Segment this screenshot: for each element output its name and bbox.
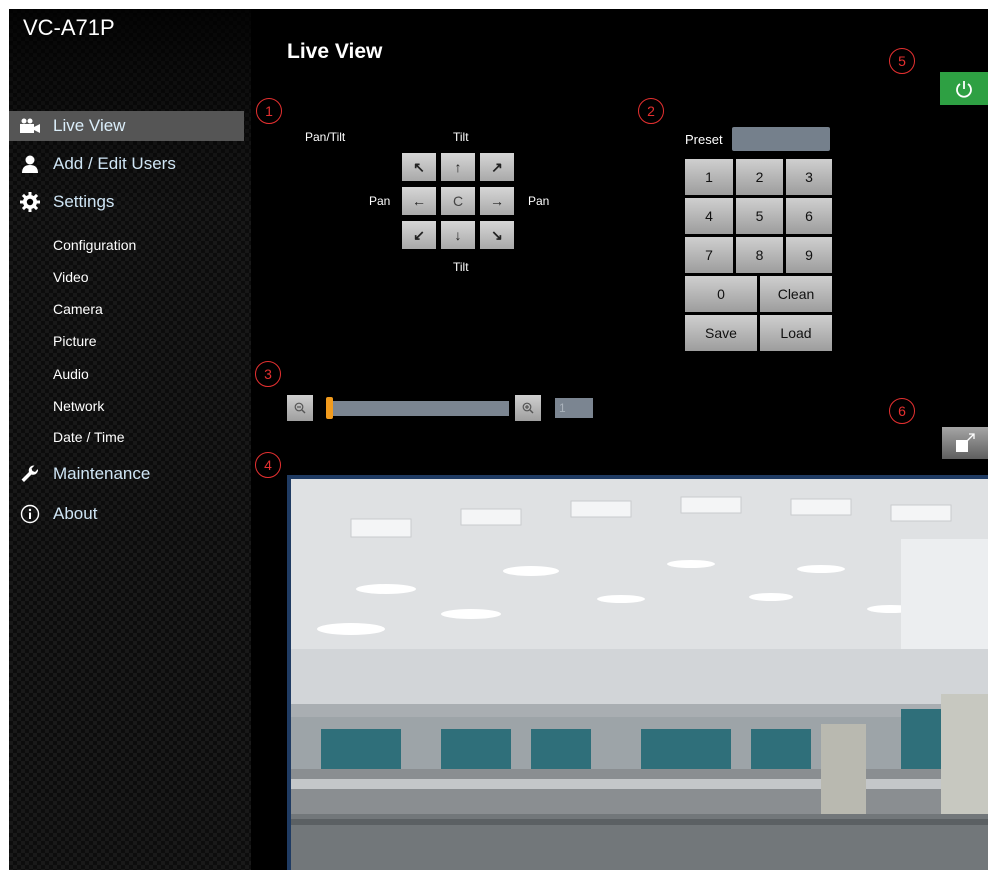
sidebar-item-label: About	[53, 504, 98, 523]
callout-5: 5	[889, 48, 915, 74]
preset-key-3[interactable]: 3	[786, 159, 832, 195]
ptz-down-right-button[interactable]: ↘	[480, 221, 514, 249]
app-window: VC-A71P Live View Add / Edit Users Setti…	[9, 9, 988, 870]
sidebar-subitem-video[interactable]: Video	[53, 269, 89, 285]
zoom-value: 1	[555, 398, 593, 418]
zoom-in-button[interactable]	[515, 395, 541, 421]
zoom-out-button[interactable]	[287, 395, 313, 421]
live-video-feed[interactable]	[287, 475, 988, 870]
preset-key-9[interactable]: 9	[786, 237, 832, 273]
tilt-bottom-label: Tilt	[453, 260, 469, 274]
ptz-up-right-button[interactable]: ↗	[480, 153, 514, 181]
video-camera-icon	[17, 115, 43, 137]
ptz-right-button[interactable]: →	[480, 187, 514, 215]
preset-key-5[interactable]: 5	[736, 198, 783, 234]
wrench-icon	[17, 463, 43, 485]
camera-image	[291, 479, 988, 870]
preset-label: Preset	[685, 132, 723, 147]
callout-2: 2	[638, 98, 664, 124]
callout-6: 6	[889, 398, 915, 424]
preset-input[interactable]	[732, 127, 830, 151]
ptz-up-button[interactable]: ↑	[441, 153, 475, 181]
page-title: Live View	[287, 40, 383, 63]
sidebar-subitem-configuration[interactable]: Configuration	[53, 237, 136, 253]
ptz-center-button[interactable]: C	[441, 187, 475, 215]
fullscreen-button[interactable]	[942, 427, 988, 459]
fullscreen-icon	[956, 433, 975, 452]
tilt-top-label: Tilt	[453, 130, 469, 144]
user-icon	[17, 153, 43, 175]
sidebar-item-label: Live View	[53, 116, 126, 135]
office-scene-image	[291, 479, 988, 870]
sidebar-item-users[interactable]: Add / Edit Users	[9, 149, 244, 179]
preset-key-1[interactable]: 1	[685, 159, 733, 195]
sidebar-item-maintenance[interactable]: Maintenance	[9, 459, 244, 489]
sidebar-item-settings[interactable]: Settings	[9, 187, 244, 217]
zoom-slider-handle[interactable]	[326, 397, 333, 419]
power-icon	[956, 80, 972, 98]
preset-save-button[interactable]: Save	[685, 315, 757, 351]
sidebar-subitem-camera[interactable]: Camera	[53, 301, 103, 317]
sidebar-subitem-audio[interactable]: Audio	[53, 366, 89, 382]
preset-key-8[interactable]: 8	[736, 237, 783, 273]
callout-1: 1	[256, 98, 282, 124]
sidebar-subitem-network[interactable]: Network	[53, 398, 104, 414]
pan-right-label: Pan	[528, 194, 550, 208]
power-button[interactable]	[940, 72, 988, 105]
zoom-out-icon	[294, 402, 306, 414]
preset-key-2[interactable]: 2	[736, 159, 783, 195]
gear-icon	[17, 191, 43, 213]
preset-load-button[interactable]: Load	[760, 315, 832, 351]
ptz-left-button[interactable]: ←	[402, 187, 436, 215]
sidebar-item-live-view[interactable]: Live View	[9, 111, 244, 141]
preset-key-6[interactable]: 6	[786, 198, 832, 234]
info-icon	[17, 503, 43, 525]
ptz-down-left-button[interactable]: ↙	[402, 221, 436, 249]
preset-key-7[interactable]: 7	[685, 237, 733, 273]
callout-3: 3	[255, 361, 281, 387]
sidebar: VC-A71P Live View Add / Edit Users Setti…	[9, 9, 251, 870]
preset-key-0[interactable]: 0	[685, 276, 757, 312]
sidebar-item-about[interactable]: About	[9, 499, 244, 529]
pan-tilt-label: Pan/Tilt	[305, 130, 346, 144]
ptz-down-button[interactable]: ↓	[441, 221, 475, 249]
sidebar-subitem-date-time[interactable]: Date / Time	[53, 429, 125, 445]
callout-4: 4	[255, 452, 281, 478]
sidebar-item-label: Settings	[53, 192, 115, 211]
sidebar-subitem-picture[interactable]: Picture	[53, 333, 97, 349]
ptz-up-left-button[interactable]: ↖	[402, 153, 436, 181]
sidebar-item-label: Maintenance	[53, 464, 151, 483]
preset-key-4[interactable]: 4	[685, 198, 733, 234]
sidebar-item-label: Add / Edit Users	[53, 154, 176, 173]
app-title: VC-A71P	[23, 15, 115, 40]
zoom-slider-track[interactable]	[327, 401, 509, 416]
preset-clean-button[interactable]: Clean	[760, 276, 832, 312]
pan-left-label: Pan	[369, 194, 391, 208]
zoom-in-icon	[522, 402, 534, 414]
